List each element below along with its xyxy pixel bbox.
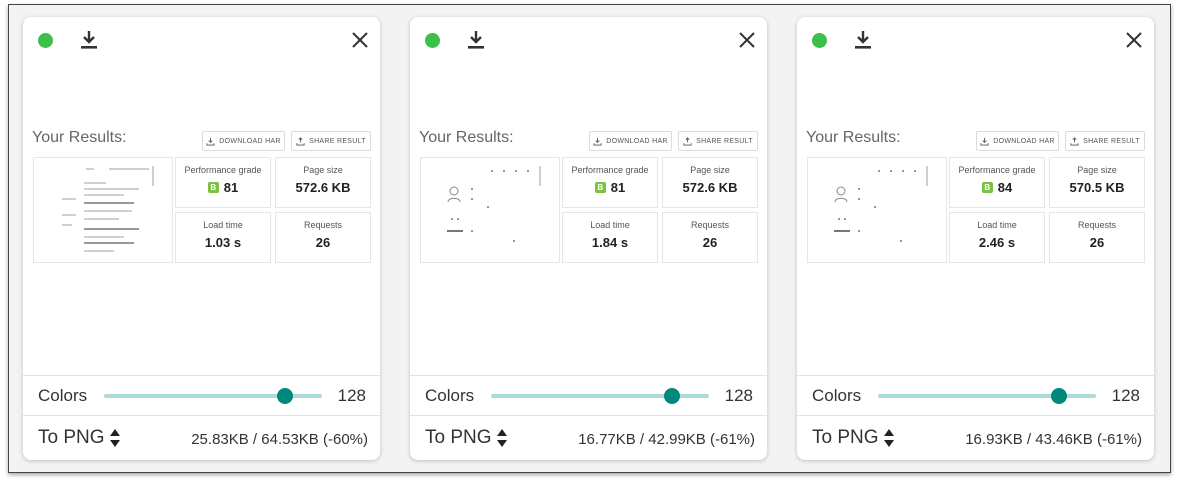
share-result-label: SHARE RESULT <box>1083 137 1140 145</box>
page-size-label: Page size <box>303 165 343 175</box>
size-info: 16.77KB / 42.99KB (-61%) <box>578 431 755 448</box>
format-label: To PNG <box>38 427 105 448</box>
grade-value: 81 <box>223 180 239 195</box>
colors-value: 128 <box>1111 386 1140 405</box>
performance-grade-label: Performance grade <box>958 165 1036 175</box>
page-size-card: Page size 570.5 KB <box>1049 157 1145 208</box>
load-time-card: Load time 2.46 s <box>949 212 1045 263</box>
download-har-label: DOWNLOAD HAR <box>606 137 668 145</box>
download-har-label: DOWNLOAD HAR <box>993 137 1055 145</box>
share-result-button[interactable]: SHARE RESULT <box>678 131 758 151</box>
requests-card: Requests 26 <box>275 212 371 263</box>
colors-slider-thumb[interactable] <box>1050 388 1067 404</box>
page-size-card: Page size 572.6 KB <box>662 157 758 208</box>
image-card: Your Results: DOWNLOAD HAR SHARE RESULT … <box>797 17 1154 460</box>
performance-grade-card: Performance grade B 81 <box>562 157 658 208</box>
load-time-card: Load time 1.03 s <box>175 212 271 263</box>
grade-badge: B <box>594 182 606 193</box>
page-thumbnail <box>33 157 173 263</box>
updown-arrows-icon <box>109 429 120 447</box>
grade-value: 81 <box>610 180 626 195</box>
download-har-icon <box>593 137 602 146</box>
requests-value: 26 <box>702 235 718 250</box>
colors-label: Colors <box>38 386 88 405</box>
download-har-button[interactable]: DOWNLOAD HAR <box>976 131 1059 151</box>
load-time-label: Load time <box>203 220 243 230</box>
image-card: Your Results: DOWNLOAD HAR SHARE RESULT … <box>410 17 767 460</box>
performance-grade-label: Performance grade <box>184 165 262 175</box>
updown-arrows-icon <box>883 429 894 447</box>
grade-badge: B <box>981 182 993 193</box>
download-har-label: DOWNLOAD HAR <box>219 137 281 145</box>
requests-card: Requests 26 <box>1049 212 1145 263</box>
format-label: To PNG <box>425 427 492 448</box>
requests-label: Requests <box>303 220 343 230</box>
share-result-label: SHARE RESULT <box>696 137 753 145</box>
results-title: Your Results: <box>806 129 901 146</box>
colors-slider-thumb[interactable] <box>663 388 680 404</box>
load-time-label: Load time <box>977 220 1017 230</box>
requests-label: Requests <box>690 220 730 230</box>
format-select[interactable]: To PNG <box>425 427 508 449</box>
share-result-button[interactable]: SHARE RESULT <box>291 131 371 151</box>
colors-slider[interactable] <box>104 388 322 404</box>
grade-badge: B <box>207 182 219 193</box>
requests-label: Requests <box>1077 220 1117 230</box>
download-har-button[interactable]: DOWNLOAD HAR <box>202 131 285 151</box>
load-time-card: Load time 1.84 s <box>562 212 658 263</box>
share-result-button[interactable]: SHARE RESULT <box>1065 131 1145 151</box>
share-icon <box>683 136 692 146</box>
load-time-value: 2.46 s <box>978 235 1016 250</box>
grade-value: 84 <box>997 180 1013 195</box>
page-size-label: Page size <box>690 165 730 175</box>
requests-value: 26 <box>315 235 331 250</box>
colors-slider[interactable] <box>878 388 1096 404</box>
colors-label: Colors <box>812 386 862 405</box>
page-thumbnail <box>420 157 560 263</box>
result-preview: Your Results: DOWNLOAD HAR SHARE RESULT <box>23 17 380 375</box>
load-time-label: Load time <box>590 220 630 230</box>
download-har-button[interactable]: DOWNLOAD HAR <box>589 131 672 151</box>
size-info: 16.93KB / 43.46KB (-61%) <box>965 431 1142 448</box>
page-size-value: 572.6 KB <box>295 180 351 195</box>
updown-arrows-icon <box>496 429 507 447</box>
performance-grade-label: Performance grade <box>571 165 649 175</box>
format-select[interactable]: To PNG <box>812 427 895 449</box>
size-info: 25.83KB / 64.53KB (-60%) <box>191 431 368 448</box>
page-size-value: 572.6 KB <box>682 180 738 195</box>
result-preview: Your Results: DOWNLOAD HAR SHARE RESULT … <box>410 17 767 375</box>
performance-grade-card: Performance grade B 84 <box>949 157 1045 208</box>
result-preview: Your Results: DOWNLOAD HAR SHARE RESULT … <box>797 17 1154 375</box>
colors-slider[interactable] <box>491 388 709 404</box>
results-title: Your Results: <box>32 129 127 146</box>
results-title: Your Results: <box>419 129 514 146</box>
page-size-value: 570.5 KB <box>1069 180 1125 195</box>
requests-card: Requests 26 <box>662 212 758 263</box>
requests-value: 26 <box>1089 235 1105 250</box>
format-label: To PNG <box>812 427 879 448</box>
load-time-value: 1.03 s <box>204 235 242 250</box>
page-size-label: Page size <box>1077 165 1117 175</box>
share-result-label: SHARE RESULT <box>309 137 366 145</box>
colors-slider-thumb[interactable] <box>276 388 293 404</box>
page-thumbnail <box>807 157 947 263</box>
download-har-icon <box>206 137 215 146</box>
image-card: Your Results: DOWNLOAD HAR SHARE RESULT <box>23 17 380 460</box>
colors-value: 128 <box>337 386 366 405</box>
format-select[interactable]: To PNG <box>38 427 121 449</box>
colors-label: Colors <box>425 386 475 405</box>
share-icon <box>296 136 305 146</box>
load-time-value: 1.84 s <box>591 235 629 250</box>
colors-value: 128 <box>724 386 753 405</box>
window-frame: Your Results: DOWNLOAD HAR SHARE RESULT <box>8 4 1171 473</box>
performance-grade-card: Performance grade B 81 <box>175 157 271 208</box>
page-size-card: Page size 572.6 KB <box>275 157 371 208</box>
download-har-icon <box>980 137 989 146</box>
share-icon <box>1070 136 1079 146</box>
